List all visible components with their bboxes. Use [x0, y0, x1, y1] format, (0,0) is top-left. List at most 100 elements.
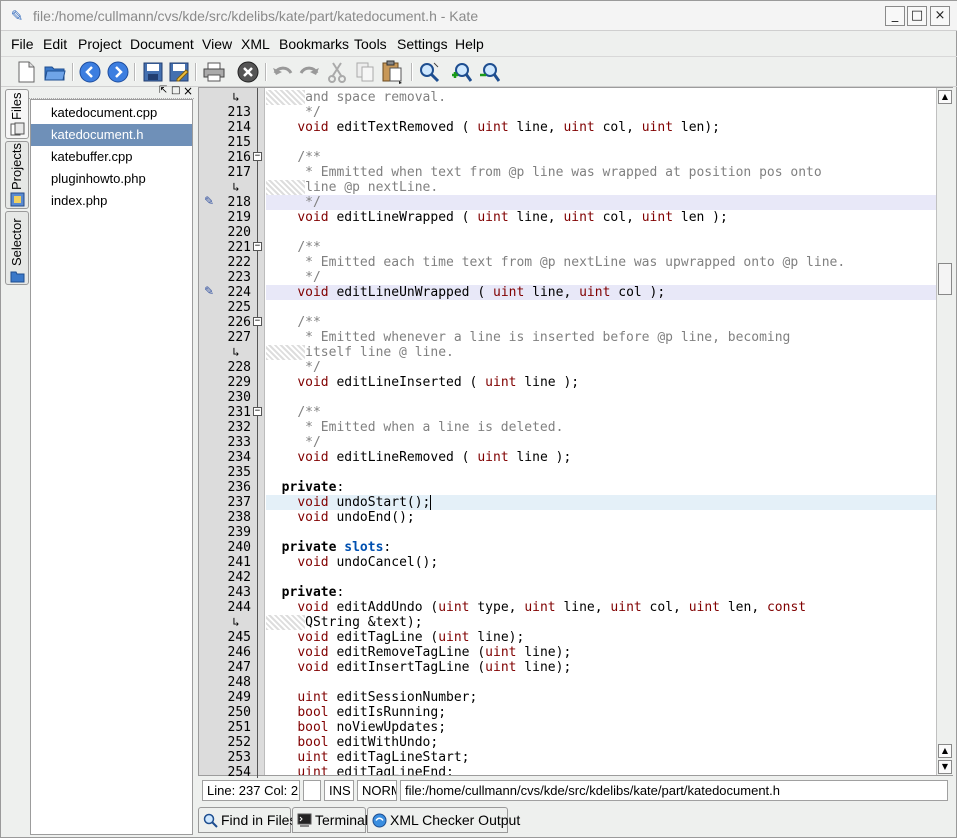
code-line: line @p nextLine. — [266, 180, 936, 195]
menu-tools[interactable]: Tools — [354, 36, 387, 52]
file-list-item[interactable]: pluginhowto.php — [31, 168, 192, 190]
code-line: */ — [266, 270, 321, 285]
code-line: * Emmitted when text from @p line was wr… — [266, 165, 822, 180]
back-icon[interactable] — [78, 60, 102, 84]
insert-mode[interactable]: INS — [324, 780, 354, 801]
code-line: bool editIsRunning; — [297, 705, 447, 720]
find-icon[interactable] — [417, 60, 441, 84]
close-panel-button[interactable]: × — [183, 84, 193, 98]
kate-app-icon[interactable]: ✎ — [9, 8, 25, 24]
tab-terminal[interactable]: Terminal — [292, 807, 368, 833]
menu-file[interactable]: File — [11, 36, 34, 52]
line-number: 249 — [227, 690, 251, 705]
menu-project[interactable]: Project — [78, 36, 122, 52]
find-next-icon[interactable] — [449, 60, 473, 84]
code-editor[interactable]: ✎ ✎ ↳ 213 214 215 216 217 ↳ 218 219 220 221 222 223 2… — [198, 87, 953, 780]
line-number: 222 — [227, 255, 251, 270]
tab-files[interactable]: Files — [5, 89, 29, 139]
line-number: 243 — [227, 585, 251, 600]
line-number: 215 — [227, 135, 251, 150]
menu-help[interactable]: Help — [455, 36, 484, 52]
line-number: 250 — [227, 705, 251, 720]
tab-selector[interactable]: Selector — [5, 211, 29, 285]
code-line: void editTagLine (uint line); — [297, 630, 525, 645]
bookmark-icon[interactable]: ✎ — [202, 284, 216, 298]
code-line: * Emitted whenever a line is inserted be… — [266, 330, 791, 345]
code-line: * Emitted when a line is deleted. — [266, 420, 564, 435]
edit-mode[interactable]: NORM — [357, 780, 397, 801]
code-line: bool noViewUpdates; — [297, 720, 447, 735]
line-number: 240 — [227, 540, 251, 555]
code-line: /** — [297, 405, 321, 420]
file-list-item[interactable]: katebuffer.cpp — [31, 146, 192, 168]
undock-panel-button[interactable]: ⇱ — [159, 85, 167, 96]
tab-find-in-files[interactable]: Find in Files — [198, 807, 296, 833]
line-number: 244 — [227, 600, 251, 615]
line-number: 241 — [227, 555, 251, 570]
maximize-button[interactable]: □ — [907, 6, 927, 26]
code-line: void editTextRemoved ( uint line, uint c… — [297, 120, 721, 135]
code-line: * Emitted each time text from @p nextLin… — [266, 255, 846, 270]
line-number: 214 — [227, 120, 251, 135]
line-number: 235 — [227, 465, 251, 480]
vertical-scrollbar[interactable]: ▲ ▲ ▼ — [936, 88, 953, 775]
fold-marker-icon[interactable]: − — [253, 242, 262, 251]
undo-icon[interactable] — [271, 60, 295, 84]
line-number: 245 — [227, 630, 251, 645]
tab-xml-checker-output-label: XML Checker Output — [390, 812, 521, 828]
code-line: and space removal. — [266, 90, 936, 105]
scroll-up-icon[interactable]: ▲ — [938, 744, 952, 758]
scroll-up-icon[interactable]: ▲ — [938, 90, 952, 104]
code-line: void editLineWrapped ( uint line, uint c… — [297, 210, 728, 225]
line-number: 238 — [227, 510, 251, 525]
line-wrap-marker: ↳ — [232, 180, 240, 194]
close-document-icon[interactable] — [236, 60, 260, 84]
code-line: /** — [297, 150, 321, 165]
menu-view[interactable]: View — [202, 36, 232, 52]
scrollbar-thumb[interactable] — [938, 263, 952, 295]
file-list-item[interactable]: katedocument.cpp — [31, 102, 192, 124]
fold-marker-icon[interactable]: − — [253, 317, 262, 326]
scroll-down-icon[interactable]: ▼ — [938, 760, 952, 774]
save-icon[interactable] — [141, 60, 165, 84]
close-window-button[interactable]: × — [930, 6, 950, 26]
fold-marker-icon[interactable]: − — [253, 152, 262, 161]
cut-icon[interactable] — [325, 60, 349, 84]
menu-xml[interactable]: XML — [241, 36, 270, 52]
line-number: 239 — [227, 525, 251, 540]
tab-xml-checker-output[interactable]: XML Checker Output — [367, 807, 520, 833]
line-number: 221 — [227, 240, 251, 255]
new-document-icon[interactable] — [14, 60, 38, 84]
icon-border[interactable]: ✎ ✎ — [199, 88, 221, 775]
menu-edit[interactable]: Edit — [43, 36, 67, 52]
float-panel-button[interactable]: □ — [171, 85, 180, 96]
line-wrap-marker: ↳ — [232, 345, 240, 359]
code-area[interactable]: and space removal. */ void editTextRemov… — [266, 88, 936, 775]
tab-projects[interactable]: Projects — [5, 141, 29, 209]
menu-document[interactable]: Document — [130, 36, 194, 52]
code-line: */ — [266, 105, 321, 120]
file-list-item[interactable]: index.php — [31, 190, 192, 212]
open-folder-icon[interactable] — [43, 60, 67, 84]
fold-marker-icon[interactable]: − — [253, 407, 262, 416]
menu-bookmarks[interactable]: Bookmarks — [279, 36, 349, 52]
line-number: 213 — [227, 105, 251, 120]
print-icon[interactable] — [202, 60, 226, 84]
save-as-icon[interactable] — [167, 60, 191, 84]
sidebar-tabs: Files Projects Selector — [5, 89, 29, 287]
code-line: itself line @ line. — [266, 345, 936, 360]
forward-icon[interactable] — [106, 60, 130, 84]
bookmark-icon[interactable]: ✎ — [202, 194, 216, 208]
paste-icon[interactable] — [381, 60, 405, 84]
redo-icon[interactable] — [297, 60, 321, 84]
menu-settings[interactable]: Settings — [397, 36, 448, 52]
file-list-item-selected[interactable]: katedocument.h — [31, 124, 192, 146]
code-line: void editAddUndo (uint type, uint line, … — [297, 600, 807, 615]
minimize-button[interactable]: _ — [885, 6, 905, 26]
folding-gutter[interactable]: − − − − — [251, 88, 265, 778]
find-previous-icon[interactable] — [477, 60, 501, 84]
copy-icon[interactable] — [353, 60, 377, 84]
line-number: 225 — [227, 300, 251, 315]
